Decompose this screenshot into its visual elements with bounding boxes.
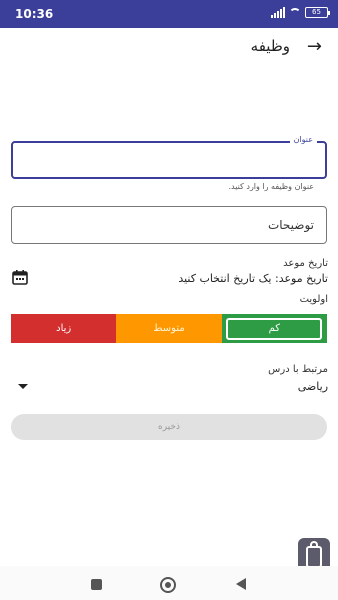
arrow-right-icon[interactable]: → — [307, 36, 322, 57]
description-field[interactable] — [11, 206, 327, 244]
title-helper-text: عنوان وظیفه را وارد کنید. — [228, 182, 314, 191]
chevron-down-icon[interactable] — [18, 384, 28, 389]
title-field-label: عنوان — [289, 135, 317, 144]
page-title: وظیفه — [250, 37, 290, 55]
recents-icon[interactable] — [91, 579, 102, 590]
wifi-icon — [289, 8, 301, 17]
priority-low-label: کم — [268, 323, 281, 334]
back-icon[interactable] — [236, 578, 246, 590]
priority-medium-button[interactable]: متوسط — [116, 314, 222, 343]
signal-icon — [271, 7, 285, 18]
status-bar: 10:36 65 — [0, 0, 338, 28]
title-field[interactable]: عنوان — [11, 135, 327, 179]
title-input[interactable] — [13, 143, 325, 177]
home-icon[interactable] — [160, 577, 176, 593]
course-label: مرتبط با درس — [268, 364, 328, 375]
priority-high-label: زیاد — [56, 323, 72, 334]
priority-label: اولویت — [299, 294, 328, 305]
priority-low-button[interactable]: کم — [221, 314, 327, 343]
battery-level: 65 — [312, 8, 321, 16]
description-input[interactable] — [12, 207, 326, 243]
status-time: 10:36 — [15, 7, 54, 21]
priority-high-button[interactable]: زیاد — [11, 314, 117, 343]
priority-low-selected: کم — [226, 317, 323, 340]
priority-selector: زیاد متوسط کم — [11, 314, 327, 343]
due-date-value[interactable]: تاریخ موعد: یک تاریخ انتخاب کنید — [178, 272, 328, 285]
course-dropdown-value[interactable]: ریاضی — [298, 380, 328, 393]
battery-icon: 65 — [305, 7, 330, 18]
save-button[interactable]: ذخیره — [11, 414, 327, 440]
priority-medium-label: متوسط — [153, 323, 185, 334]
bag-body — [306, 546, 322, 568]
calendar-icon[interactable] — [12, 270, 28, 285]
system-nav-bar — [0, 566, 338, 600]
status-icons: 65 — [271, 7, 330, 18]
due-date-label: تاریخ موعد — [283, 258, 328, 269]
app-bar: → وظیفه — [0, 28, 338, 68]
